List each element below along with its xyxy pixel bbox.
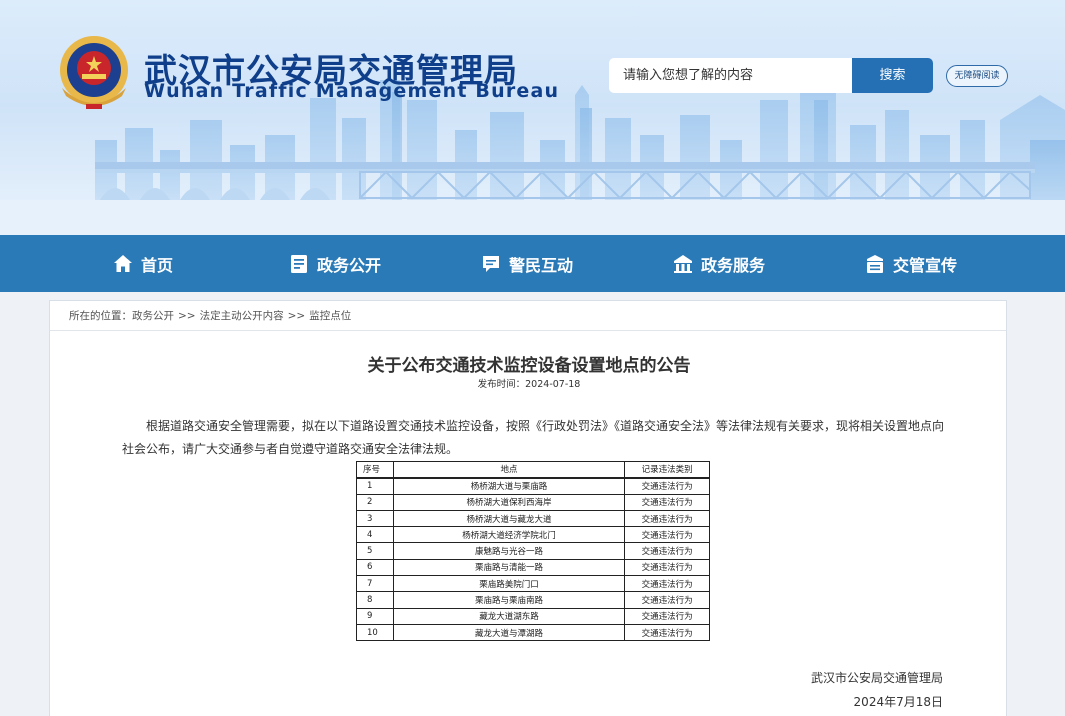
cell-violation-type: 交通违法行为	[624, 591, 710, 609]
nav-item-government-affairs[interactable]: 政务公开	[289, 235, 381, 292]
monitoring-locations-table: 序号 地点 记录违法类别 1 杨桥湖大道与栗庙路 交通违法行为 2 杨桥湖大道保利西海岸…	[356, 460, 710, 642]
table-row: 5 康魅路与光谷一路 交通违法行为	[356, 542, 710, 560]
cell-index: 4	[356, 526, 394, 544]
breadcrumb-item-statutory-disclosure[interactable]: 法定主动公开内容	[200, 310, 284, 322]
cell-index: 5	[356, 542, 394, 560]
cell-location: 杨桥湖大道保利西海岸	[392, 493, 626, 511]
table-row: 10 藏龙大道与潭湖路 交通违法行为	[356, 623, 710, 642]
column-header-location: 地点	[392, 460, 626, 479]
cell-violation-type: 交通违法行为	[624, 575, 710, 593]
search-button[interactable]: 搜索	[852, 58, 933, 93]
publish-date: 发布时间：2024-07-18	[477, 379, 581, 390]
signature-date: 2024年7月18日	[853, 695, 943, 709]
breadcrumb-prefix: 所在的位置：	[69, 310, 132, 322]
cell-index: 8	[356, 591, 394, 609]
cell-violation-type: 交通违法行为	[624, 623, 710, 642]
nav-item-label: 首页	[141, 255, 174, 275]
cell-location: 栗庙路与清能一路	[392, 558, 626, 577]
breadcrumb-item-government-affairs[interactable]: 政务公开	[132, 310, 174, 322]
article-paragraph: 根据道路交通安全管理需要，拟在以下道路设置交通技术监控设备，按照《行政处罚法》《…	[122, 419, 945, 456]
cell-index: 7	[356, 575, 394, 593]
cell-violation-type: 交通违法行为	[624, 477, 710, 495]
cell-location: 杨桥湖大道与栗庙路	[392, 477, 626, 495]
table-row: 8 栗庙路与栗庙南路 交通违法行为	[356, 591, 710, 609]
cell-violation-type: 交通违法行为	[624, 526, 710, 544]
cell-violation-type: 交通违法行为	[624, 607, 710, 625]
table-row: 6 栗庙路与清能一路 交通违法行为	[356, 558, 710, 577]
nav-item-label: 政务公开	[317, 255, 382, 275]
table-row: 4 杨桥湖大道经济学院北门 交通违法行为	[356, 526, 710, 544]
table-row: 3 杨桥湖大道与藏龙大道 交通违法行为	[356, 509, 710, 528]
header-banner: 武汉市公安局交通管理局 Wuhan Traffic Management Bur…	[0, 0, 1065, 235]
nav-item-home[interactable]: 首页	[113, 235, 173, 292]
signature-organization: 武汉市公安局交通管理局	[810, 671, 943, 685]
breadcrumb-separator: >>	[287, 310, 306, 322]
document-icon	[291, 254, 307, 273]
police-emblem-icon	[60, 36, 128, 109]
cell-index: 3	[356, 509, 394, 528]
cell-violation-type: 交通违法行为	[624, 493, 710, 511]
nav-item-traffic-publicity[interactable]: 交管宣传	[865, 235, 957, 292]
accessibility-reading-button[interactable]: 无障碍阅读	[946, 65, 1008, 87]
column-header-violation-type: 记录违法类别	[624, 460, 710, 479]
cell-location: 藏龙大道湖东路	[392, 607, 626, 625]
city-skyline-illustration	[0, 80, 1065, 235]
table-row: 9 藏龙大道湖东路 交通违法行为	[356, 607, 710, 625]
nav-item-label: 警民互动	[509, 255, 574, 275]
publicity-icon	[867, 254, 883, 273]
table-body: 1 杨桥湖大道与栗庙路 交通违法行为 2 杨桥湖大道保利西海岸 交通违法行为 3 杨桥湖大道与…	[356, 477, 710, 642]
main-navigation: 首页 政务公开 警民互动 政务服务 交管宣传	[0, 235, 1065, 292]
home-icon	[114, 254, 132, 272]
nav-item-label: 交管宣传	[893, 255, 958, 275]
cell-location: 栗庙路与栗庙南路	[392, 591, 626, 609]
cell-location: 藏龙大道与潭湖路	[392, 623, 626, 642]
cell-location: 杨桥湖大道与藏龙大道	[392, 509, 626, 528]
article-title: 关于公布交通技术监控设备设置地点的公告	[367, 356, 691, 376]
breadcrumb-item-monitoring-points[interactable]: 监控点位	[309, 310, 351, 322]
cell-violation-type: 交通违法行为	[624, 558, 710, 577]
cell-location: 康魅路与光谷一路	[392, 542, 626, 560]
search-input[interactable]	[609, 58, 852, 93]
table-row: 1 杨桥湖大道与栗庙路 交通违法行为	[356, 477, 710, 495]
cell-location: 栗庙路美院门口	[392, 575, 626, 593]
cell-location: 杨桥湖大道经济学院北门	[392, 526, 626, 544]
cell-index: 1	[356, 477, 394, 495]
breadcrumb: 所在的位置：政务公开 >> 法定主动公开内容 >> 监控点位	[50, 301, 1006, 331]
cell-index: 2	[356, 493, 394, 511]
nav-item-label: 政务服务	[701, 255, 766, 275]
breadcrumb-separator: >>	[178, 310, 196, 322]
cell-violation-type: 交通违法行为	[624, 542, 710, 560]
service-icon	[674, 254, 692, 273]
table-header-row: 序号 地点 记录违法类别	[356, 460, 710, 479]
cell-index: 6	[356, 558, 394, 577]
cell-violation-type: 交通违法行为	[624, 509, 710, 528]
cell-index: 9	[356, 607, 394, 625]
cell-index: 10	[356, 623, 394, 642]
table-row: 2 杨桥湖大道保利西海岸 交通违法行为	[356, 493, 710, 511]
table-row: 7 栗庙路美院门口 交通违法行为	[356, 575, 710, 593]
nav-item-government-services[interactable]: 政务服务	[673, 235, 765, 292]
article-card: 所在的位置：政务公开 >> 法定主动公开内容 >> 监控点位 关于公布交通技术监控设备设…	[49, 300, 1007, 716]
chat-icon	[483, 255, 499, 272]
column-header-index: 序号	[356, 460, 394, 479]
nav-item-police-public-interaction[interactable]: 警民互动	[481, 235, 573, 292]
site-title-english: Wuhan Traffic Management Bureau	[144, 80, 560, 102]
